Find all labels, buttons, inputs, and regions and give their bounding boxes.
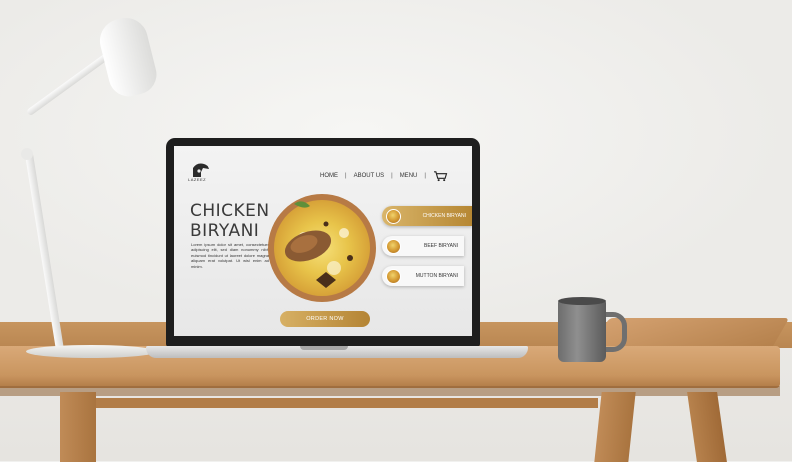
nav-separator: | [345, 173, 347, 179]
menu-item-label: MUTTON BIRYANI [415, 273, 458, 279]
order-now-button[interactable]: ORDER NOW [280, 311, 370, 327]
nav-about-us[interactable]: ABOUT US [354, 173, 385, 179]
menu-item-mutton-biryani[interactable]: MUTTON BIRYANI [382, 266, 464, 286]
desk-rail [96, 398, 598, 408]
hero-description: Lorem ipsum dolor sit amet, consectetuer… [191, 242, 269, 269]
menu-item-label: BEEF BIRYANI [424, 243, 458, 249]
menu-item-thumbnail [386, 208, 401, 224]
cart-icon[interactable] [433, 170, 448, 182]
menu-item-thumbnail [386, 268, 401, 284]
hero-title-line-1: CHICKEN [190, 201, 270, 221]
biryani-plate-image [268, 194, 376, 302]
laptop-notch [300, 346, 348, 350]
nav-home[interactable]: HOME [320, 173, 338, 179]
nav-menu[interactable]: MENU [400, 173, 418, 179]
coffee-mug [558, 300, 606, 362]
desk-shadow [0, 386, 780, 396]
desk-leg-left [60, 392, 96, 462]
desk-leg-right [594, 392, 636, 462]
nav-separator: | [424, 173, 426, 179]
menu-item-beef-biryani[interactable]: BEEF BIRYANI [382, 236, 464, 256]
lamp-joint [21, 148, 33, 160]
logo-text: LAZEEZ [188, 177, 207, 182]
menu-item-thumbnail [386, 238, 401, 254]
menu-item-chicken-biryani[interactable]: CHICKEN BIRYANI [382, 206, 472, 226]
mug-rim [558, 297, 606, 305]
hero-title: CHICKEN BIRYANI [190, 201, 270, 241]
laptop-screen: LAZEEZ HOME | ABOUT US | MENU | CHICKEN … [174, 146, 472, 336]
desk-leg-right-back [687, 392, 727, 462]
top-nav: HOME | ABOUT US | MENU | [320, 170, 448, 182]
hero-title-line-2: BIRYANI [190, 221, 260, 241]
lamp-base [26, 345, 156, 358]
menu-item-label: CHICKEN BIRYANI [422, 213, 466, 219]
nav-separator: | [391, 173, 393, 179]
